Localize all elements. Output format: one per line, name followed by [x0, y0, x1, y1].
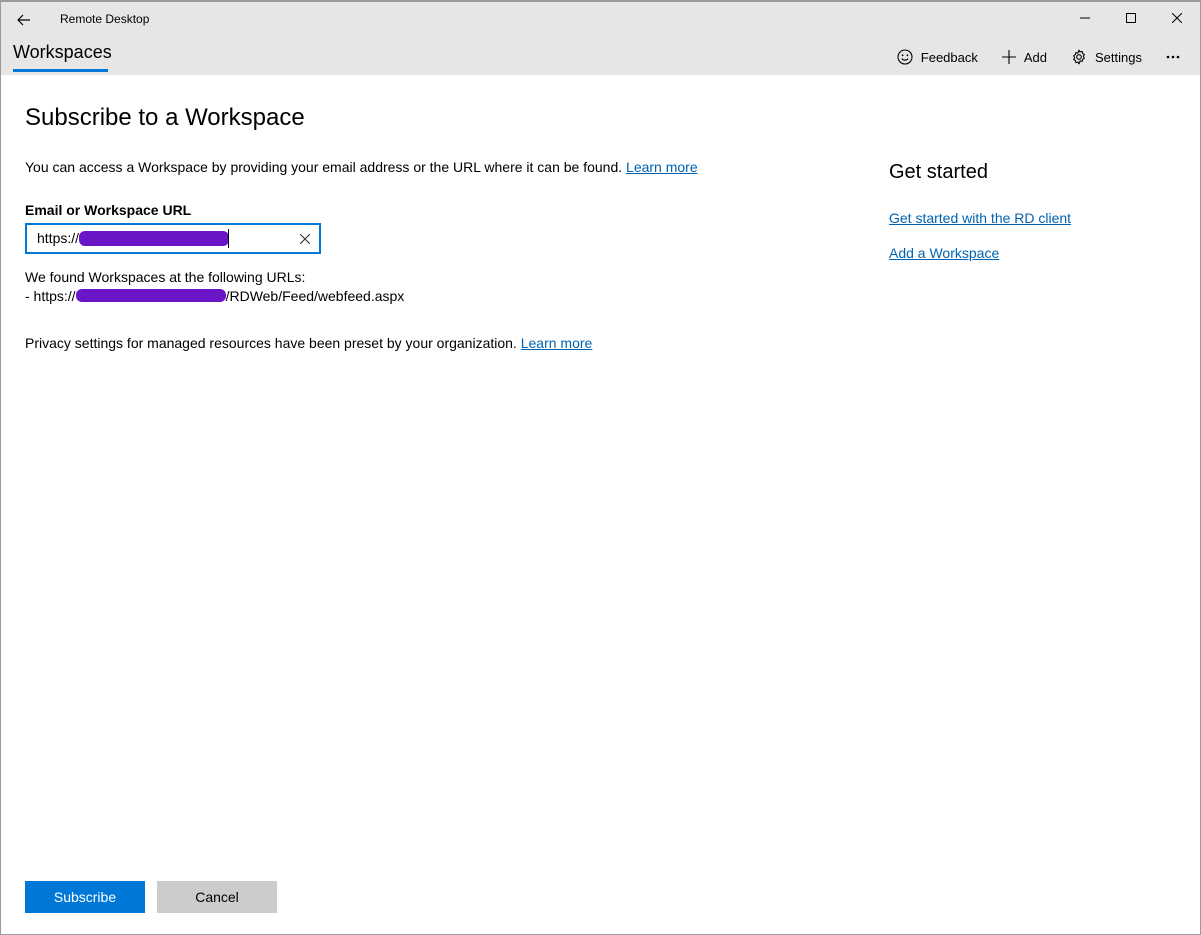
cancel-button[interactable]: Cancel	[157, 881, 277, 913]
intro-learn-more-link[interactable]: Learn more	[626, 159, 698, 175]
smiley-icon	[897, 49, 913, 65]
settings-label: Settings	[1095, 49, 1142, 65]
clear-icon	[300, 234, 310, 244]
maximize-button[interactable]	[1108, 2, 1154, 34]
get-started-rd-client-link[interactable]: Get started with the RD client	[889, 210, 1071, 226]
add-label: Add	[1023, 49, 1048, 65]
back-arrow-icon	[17, 14, 30, 26]
more-options-button[interactable]	[1154, 46, 1186, 68]
privacy-learn-more-link[interactable]: Learn more	[521, 335, 593, 351]
close-button[interactable]	[1154, 2, 1200, 34]
privacy-paragraph: Privacy settings for managed resources h…	[25, 335, 592, 351]
get-started-heading: Get started	[889, 161, 988, 183]
intro-paragraph: You can access a Workspace by providing …	[25, 159, 698, 175]
subscribe-button[interactable]: Subscribe	[25, 881, 145, 913]
intro-text: You can access a Workspace by providing …	[25, 159, 623, 175]
plus-icon	[1001, 50, 1016, 64]
app-title: Remote Desktop	[60, 12, 150, 26]
found-workspace-url: - https:// /RDWeb/Feed/webfeed.aspx	[25, 288, 404, 304]
privacy-text: Privacy settings for managed resources h…	[25, 335, 517, 351]
workspace-url-input[interactable]: https://	[25, 223, 321, 254]
tab-selected-indicator	[13, 69, 108, 72]
add-workspace-link[interactable]: Add a Workspace	[889, 245, 999, 261]
found-workspaces-text: We found Workspaces at the following URL…	[25, 269, 306, 285]
gear-icon	[1073, 49, 1085, 65]
text-caret	[228, 229, 229, 248]
workspace-url-label: Email or Workspace URL	[25, 202, 192, 218]
found-url-suffix: /RDWeb/Feed/webfeed.aspx	[225, 288, 405, 304]
more-dots-icon	[1166, 55, 1180, 59]
maximize-icon	[1126, 13, 1136, 23]
settings-button[interactable]: Settings	[1059, 46, 1154, 68]
close-icon	[1172, 13, 1182, 23]
header-band: Remote Desktop Workspaces Feedback Add S…	[1, 2, 1200, 75]
page-title: Subscribe to a Workspace	[25, 104, 305, 131]
feedback-label: Feedback	[920, 49, 978, 65]
found-url-prefix: - https://	[25, 288, 76, 304]
tab-workspaces[interactable]: Workspaces	[13, 42, 112, 63]
redaction-mark	[79, 231, 229, 246]
minimize-icon	[1080, 17, 1090, 19]
clear-input-button[interactable]	[297, 231, 313, 247]
toolbar: Feedback Add Settings	[885, 46, 1186, 68]
feedback-button[interactable]: Feedback	[885, 46, 990, 68]
add-button[interactable]: Add	[990, 46, 1059, 68]
redaction-mark	[75, 289, 226, 302]
back-button[interactable]	[9, 8, 39, 32]
window-controls	[1062, 2, 1200, 34]
workspace-url-value: https://	[37, 230, 80, 246]
minimize-button[interactable]	[1062, 2, 1108, 34]
app-window: Remote Desktop Workspaces Feedback Add S…	[0, 0, 1201, 935]
